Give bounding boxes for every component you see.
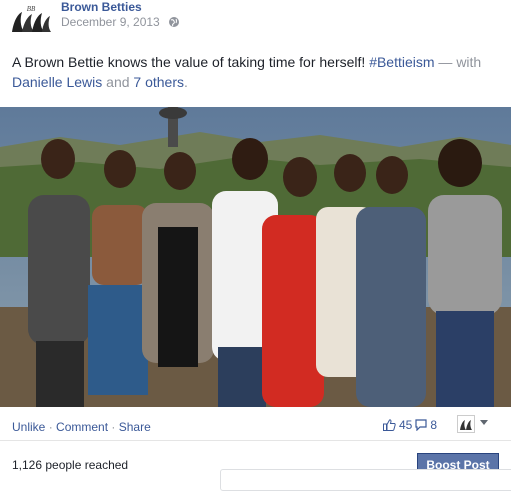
unlike-link[interactable]: Unlike [12,420,45,434]
action-dot: · [108,420,119,434]
post-photo[interactable] [0,107,511,407]
action-links: Unlike · Comment · Share [12,418,151,436]
globe-icon [169,17,179,27]
post-message-text: A Brown Bettie knows the value of taking… [12,54,370,70]
chevron-down-icon[interactable] [480,420,488,425]
action-dot: · [45,420,57,434]
like-count[interactable]: 45 [399,418,412,432]
with-separator: — with [434,54,482,70]
page-logo[interactable]: BB [8,2,54,36]
people-reached[interactable]: 1,126 people reached [12,458,128,472]
and-text: and [102,74,134,90]
post-counts: 45 8 [383,418,437,432]
tagged-others-link[interactable]: 7 others [133,74,184,90]
logo-lettering: BB [27,5,36,13]
comment-input[interactable] [220,469,511,491]
comment-bubble-icon[interactable] [415,419,427,431]
post-timestamp[interactable]: December 9, 2013 [61,15,160,29]
period-text: . [184,74,188,90]
acting-as-avatar-icon[interactable] [457,415,475,433]
share-link[interactable]: Share [119,420,151,434]
thumbs-up-icon[interactable] [383,419,396,431]
post-card: BB Brown Betties December 9, 2013 A Brow… [0,0,511,491]
hashtag-link[interactable]: #Bettieism [369,54,434,70]
page-name-link[interactable]: Brown Betties [61,0,142,14]
post-message: A Brown Bettie knows the value of taking… [12,52,502,92]
post-action-bar: Unlike · Comment · Share 45 8 [0,407,511,441]
tagged-person-link[interactable]: Danielle Lewis [12,74,102,90]
comment-link[interactable]: Comment [56,420,108,434]
comment-count[interactable]: 8 [430,418,437,432]
